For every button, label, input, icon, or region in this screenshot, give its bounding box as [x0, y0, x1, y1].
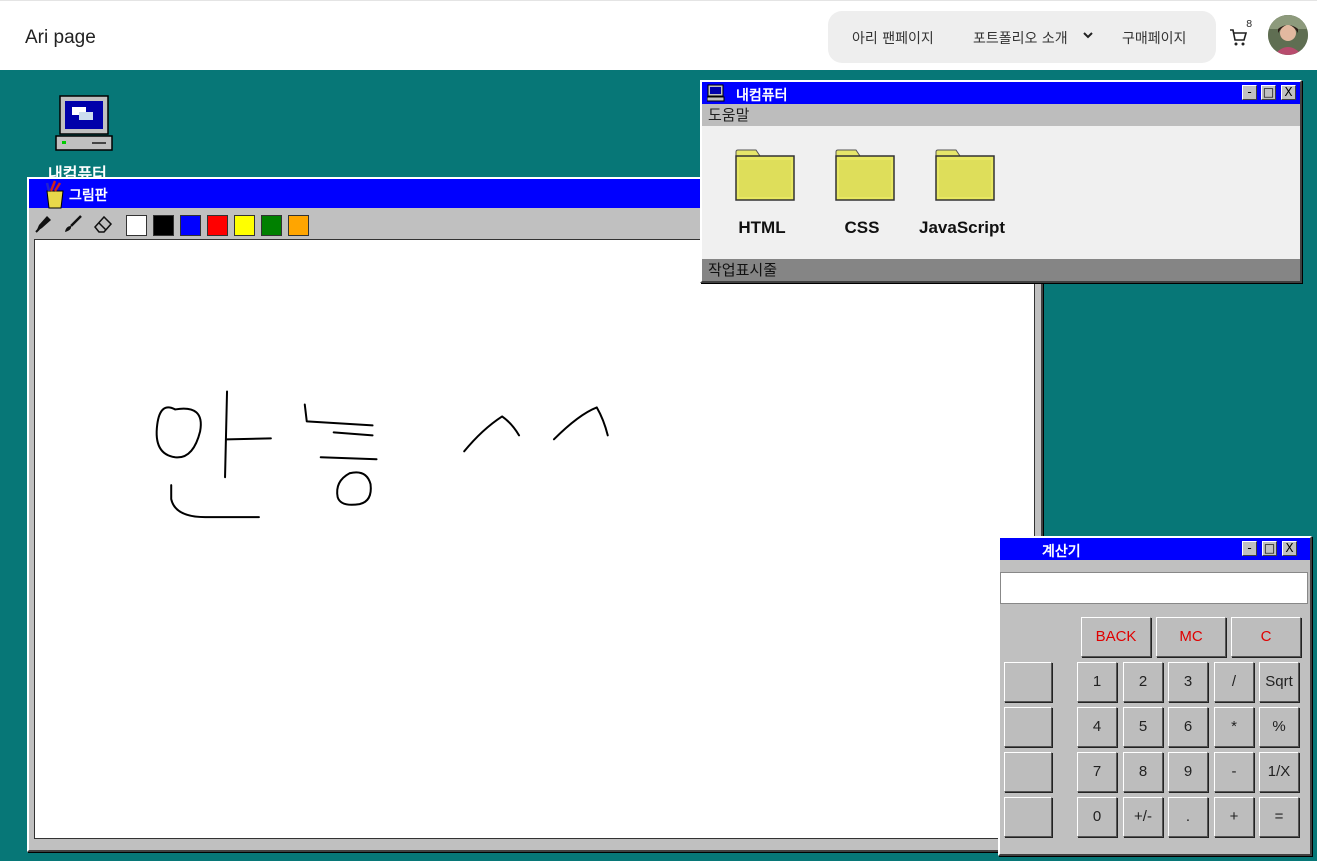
color-swatch[interactable] [207, 215, 228, 236]
calc-button[interactable]: 6 [1168, 707, 1208, 747]
cart-count-badge: 8 [1246, 19, 1253, 30]
calc-button[interactable]: 7 [1077, 752, 1117, 792]
brand-title[interactable]: Ari page [25, 27, 96, 49]
calc-button[interactable]: 3 [1168, 662, 1208, 702]
cart-icon[interactable] [1228, 27, 1248, 47]
calc-button[interactable]: 0 [1077, 797, 1117, 837]
nav-link-purchase[interactable]: 구매페이지 [1122, 28, 1186, 48]
paint-bucket-icon [45, 180, 64, 209]
calc-button-hidden[interactable] [1004, 752, 1052, 792]
color-swatch[interactable] [153, 215, 174, 236]
calc-button-hidden[interactable] [1004, 797, 1052, 837]
calc-button[interactable]: 4 [1077, 707, 1117, 747]
calculator-display[interactable] [1000, 572, 1308, 604]
calc-button[interactable]: 8 [1123, 752, 1163, 792]
color-swatch[interactable] [261, 215, 282, 236]
folder-label: JavaScript [919, 218, 1005, 237]
folder-0[interactable]: HTML [707, 148, 817, 248]
calc-button[interactable]: 1/X [1259, 752, 1299, 792]
color-swatch[interactable] [180, 215, 201, 236]
folder-2[interactable]: JavaScript [907, 148, 1017, 248]
menu-help[interactable]: 도움말 [702, 104, 1300, 126]
calc-button[interactable]: Sqrt [1259, 662, 1299, 702]
calc-button-c[interactable]: C [1231, 617, 1301, 657]
calc-button[interactable]: = [1259, 797, 1299, 837]
calc-button-back[interactable]: BACK [1081, 617, 1151, 657]
folder-icon [735, 149, 795, 201]
maximize-button[interactable]: □ [1262, 541, 1277, 556]
calculator-title: 계산기 [1042, 544, 1081, 560]
folder-1[interactable]: CSS [807, 148, 917, 248]
calc-button[interactable]: / [1214, 662, 1254, 702]
calc-button-hidden[interactable] [1004, 662, 1052, 702]
calc-button[interactable]: . [1168, 797, 1208, 837]
minimize-button[interactable]: - [1242, 85, 1257, 100]
user-avatar[interactable] [1268, 15, 1308, 55]
calculator-titlebar[interactable]: 계산기 - □ X [1000, 538, 1310, 560]
calc-button-mc[interactable]: MC [1156, 617, 1226, 657]
brush-icon[interactable] [62, 213, 84, 235]
pen-icon[interactable] [32, 213, 54, 235]
computer-icon [707, 84, 725, 102]
paint-title: 그림판 [69, 188, 108, 204]
drawing-canvas[interactable] [34, 239, 1035, 839]
top-navbar: Ari page 아리 팬페이지 포트폴리오 소개 구매페이지 8 [0, 0, 1317, 70]
calc-button[interactable]: +/- [1123, 797, 1163, 837]
my-computer-title: 내컴퓨터 [736, 88, 788, 104]
nav-link-portfolio[interactable]: 포트폴리오 소개 [973, 28, 1068, 48]
color-swatch[interactable] [234, 215, 255, 236]
computer-icon [55, 95, 113, 151]
calc-button[interactable]: + [1214, 797, 1254, 837]
calc-button[interactable]: 2 [1123, 662, 1163, 702]
desktop-icon-my-computer[interactable]: 내컴퓨터 [44, 92, 128, 183]
color-swatch[interactable] [288, 215, 309, 236]
my-computer-titlebar[interactable]: 내컴퓨터 - □ X [702, 82, 1300, 104]
my-computer-window: 내컴퓨터 - □ X 도움말 HTML CSS JavaScript 작업표시줄 [700, 80, 1302, 283]
calc-button[interactable]: 9 [1168, 752, 1208, 792]
eraser-icon[interactable] [92, 213, 114, 235]
folder-label: CSS [844, 218, 880, 237]
taskbar-status: 작업표시줄 [702, 259, 1300, 281]
nav-menu: 아리 팬페이지 포트폴리오 소개 구매페이지 [828, 11, 1216, 63]
calc-button[interactable]: * [1214, 707, 1254, 747]
minimize-button[interactable]: - [1242, 541, 1257, 556]
nav-link-fan-page[interactable]: 아리 팬페이지 [852, 28, 934, 48]
folder-icon [835, 149, 895, 201]
chevron-down-icon[interactable] [1083, 30, 1093, 40]
color-swatch[interactable] [126, 215, 147, 236]
calc-button-hidden[interactable] [1004, 707, 1052, 747]
calc-button[interactable]: 1 [1077, 662, 1117, 702]
folder-label: HTML [738, 218, 786, 237]
close-button[interactable]: X [1282, 541, 1297, 556]
calc-button[interactable]: - [1214, 752, 1254, 792]
calculator-window: 계산기 - □ X BACK MC C 1 2 3/Sqrt 4 5 6 *% 7 8 9-1/X 0 +/… [998, 536, 1312, 856]
calc-button[interactable]: 5 [1123, 707, 1163, 747]
close-button[interactable]: X [1281, 85, 1296, 100]
folder-icon [935, 149, 995, 201]
maximize-button[interactable]: □ [1261, 85, 1276, 100]
calc-button[interactable]: % [1259, 707, 1299, 747]
